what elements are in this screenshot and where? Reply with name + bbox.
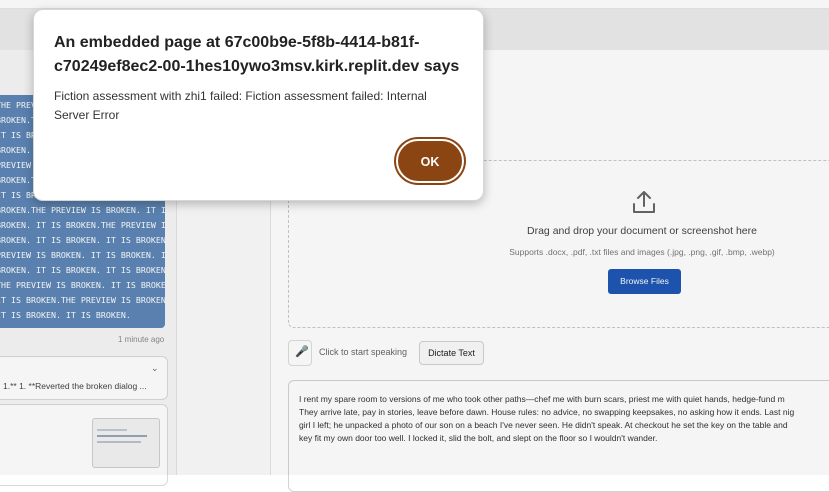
ok-button[interactable]: OK xyxy=(396,139,464,183)
dialog-message: Fiction assessment with zhi1 failed: Fic… xyxy=(54,89,427,122)
dialog-title: An embedded page at 67c00b9e-5f8b-4414-b… xyxy=(54,34,460,75)
